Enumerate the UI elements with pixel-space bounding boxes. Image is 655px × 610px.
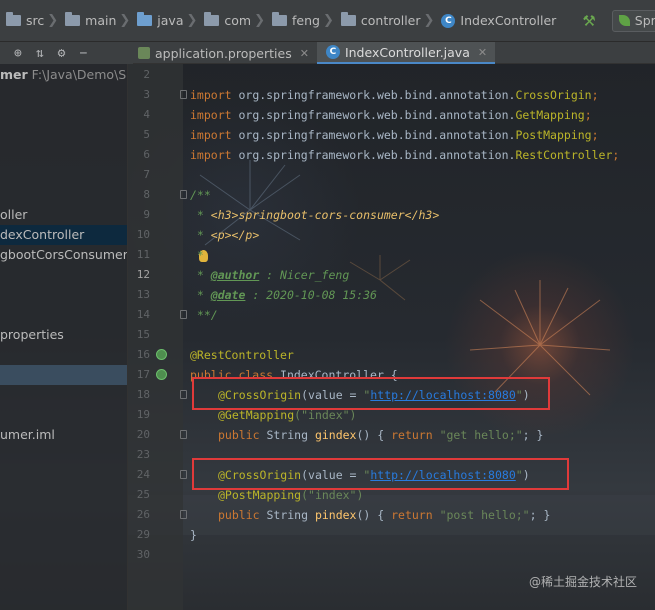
tree-item-properties[interactable]: properties — [0, 325, 127, 345]
close-tab-icon[interactable]: ✕ — [300, 47, 309, 60]
line-number: 24 — [136, 468, 150, 481]
line-number: 20 — [136, 428, 150, 441]
line-number: 13 — [136, 288, 150, 301]
breadcrumb-item-main[interactable]: main — [61, 10, 116, 32]
spring-bean-gutter-icon[interactable] — [156, 369, 167, 380]
line-number: 2 — [143, 68, 150, 81]
chevron-right-icon: ❯ — [423, 13, 435, 28]
settings-gear-icon[interactable]: ⚙ — [58, 46, 66, 61]
build-hammer-icon[interactable]: ⚒ — [582, 12, 595, 30]
line-number: 3 — [143, 88, 150, 101]
line-number: 26 — [136, 508, 150, 521]
line-number: 7 — [143, 168, 150, 181]
line-number: 23 — [136, 448, 150, 461]
line-number: 19 — [136, 408, 150, 421]
code-line-annotation: @RestController — [190, 348, 294, 362]
code-line-doc-author: * @author : Nicer_feng — [190, 268, 350, 282]
tree-item-controller[interactable]: oller — [0, 205, 127, 225]
locate-target-icon[interactable]: ⊕ — [14, 46, 22, 61]
navigation-breadcrumb: src ❯ main ❯ java ❯ com ❯ feng ❯ control… — [0, 0, 655, 42]
code-line-doc: * — [190, 248, 204, 262]
tree-item-iml[interactable]: umer.iml — [0, 425, 127, 445]
breadcrumb-item-feng[interactable]: feng — [268, 10, 320, 32]
folder-icon — [6, 12, 21, 26]
class-icon: C — [325, 45, 340, 59]
line-number: 30 — [136, 548, 150, 561]
collapse-all-icon[interactable]: ⇅ — [36, 46, 44, 61]
code-line-doc: **/ — [190, 308, 218, 322]
line-number: 14 — [136, 308, 150, 321]
code-line-gindex: public String gindex() { return "get hel… — [218, 428, 544, 442]
line-number: 15 — [136, 328, 150, 341]
code-line-doc: /** — [190, 188, 211, 202]
line-number: 8 — [143, 188, 150, 201]
fold-marker-icon[interactable] — [180, 430, 187, 439]
code-line-import: import org.springframework.web.bind.anno… — [190, 148, 620, 162]
line-number: 9 — [143, 208, 150, 221]
tab-indexcontroller-java[interactable]: C IndexController.java ✕ — [316, 42, 496, 64]
properties-file-icon — [138, 47, 150, 59]
fold-marker-icon[interactable] — [180, 470, 187, 479]
package-icon — [272, 12, 288, 26]
code-line-doc-date: * @date : 2020-10-08 15:36 — [190, 288, 377, 302]
line-number: 5 — [143, 128, 150, 141]
code-line-import: import org.springframework.web.bind.anno… — [190, 128, 599, 142]
project-tree: merF:\Java\Demo\Spr oller dexController … — [0, 64, 128, 610]
breadcrumb-item-controller[interactable]: controller — [337, 10, 421, 32]
spring-bean-gutter-icon[interactable] — [156, 349, 167, 360]
line-number: 18 — [136, 388, 150, 401]
line-number: 4 — [143, 108, 150, 121]
highlight-box-crossorigin-1 — [192, 377, 550, 410]
chevron-right-icon: ❯ — [254, 13, 266, 28]
fold-marker-icon[interactable] — [180, 510, 187, 519]
breadcrumb-item-indexcontroller[interactable]: C IndexController — [437, 10, 556, 32]
tree-item-indexcontroller[interactable]: dexController — [0, 225, 127, 245]
tree-item-application-class[interactable]: gbootCorsConsumerAp — [0, 245, 127, 265]
hide-minus-icon[interactable]: − — [79, 46, 87, 61]
breadcrumb-item-java[interactable]: java — [133, 10, 184, 32]
line-number: 29 — [136, 528, 150, 541]
line-number: 17 — [136, 368, 150, 381]
code-line-import: import org.springframework.web.bind.anno… — [190, 88, 599, 102]
breadcrumb-item-src[interactable]: src — [2, 10, 44, 32]
line-number: 12 — [136, 268, 150, 281]
fold-marker-icon[interactable] — [180, 390, 187, 399]
chevron-right-icon: ❯ — [47, 13, 59, 28]
line-number: 25 — [136, 488, 150, 501]
code-line-doc: * <h3>springboot-cors-consumer</h3> — [190, 208, 440, 222]
watermark: @稀土掘金技术社区 — [528, 575, 637, 589]
editor-tab-bar: application.properties ✕ C IndexController… — [133, 42, 655, 64]
project-toolbar: ⊕ ⇅ ⚙ − — [0, 42, 133, 64]
chevron-right-icon: ❯ — [186, 13, 198, 28]
spring-leaf-icon — [618, 15, 630, 26]
chevron-right-icon: ❯ — [322, 13, 334, 28]
package-icon — [204, 12, 220, 26]
code-line-import: import org.springframework.web.bind.anno… — [190, 108, 592, 122]
breadcrumb-item-com[interactable]: com — [200, 10, 251, 32]
code-editor[interactable]: import org.springframework.web.bind.anno… — [190, 64, 655, 610]
tree-item-selected-blank[interactable] — [0, 365, 127, 385]
line-number: 10 — [136, 228, 150, 241]
chevron-right-icon: ❯ — [119, 13, 131, 28]
code-line-close: } — [190, 528, 197, 542]
fold-marker-icon[interactable] — [180, 90, 187, 99]
code-line-pindex: public String pindex() { return "post he… — [218, 508, 551, 522]
fold-marker-icon[interactable] — [180, 310, 187, 319]
project-root-item[interactable]: merF:\Java\Demo\Spr — [0, 65, 127, 85]
class-icon: C — [441, 13, 456, 28]
code-line-doc: * <p></p> — [190, 228, 260, 242]
line-number: 6 — [143, 148, 150, 161]
line-number: 11 — [136, 248, 150, 261]
tab-application-properties[interactable]: application.properties ✕ — [133, 42, 317, 64]
folder-icon — [65, 12, 81, 26]
package-icon — [340, 12, 356, 26]
run-configuration-selector[interactable]: SpringbootC — [611, 9, 655, 32]
highlight-box-crossorigin-2 — [192, 458, 569, 490]
fold-marker-icon[interactable] — [180, 190, 187, 199]
source-folder-icon — [137, 12, 153, 26]
line-number: 16 — [136, 348, 150, 361]
close-tab-icon[interactable]: ✕ — [478, 46, 487, 59]
